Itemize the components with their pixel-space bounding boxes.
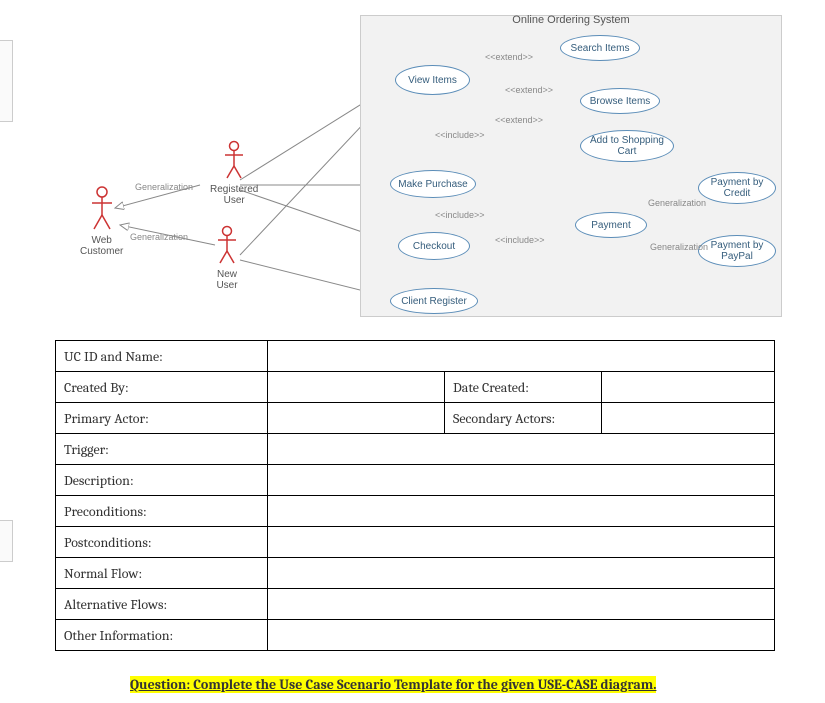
stick-figure-icon <box>215 225 239 267</box>
row-label: Preconditions: <box>56 496 268 527</box>
label-generalization: Generalization <box>135 182 193 192</box>
row-value <box>268 372 445 403</box>
uc-pay-credit: Payment byCredit <box>698 172 776 204</box>
row-label: Normal Flow: <box>56 558 268 589</box>
margin-tab <box>0 40 13 122</box>
row-label: Description: <box>56 465 268 496</box>
question-prompt: Question: Complete the Use Case Scenario… <box>130 676 825 693</box>
table-row: Preconditions: <box>56 496 775 527</box>
label-include: <<include>> <box>435 130 485 140</box>
uc-search-items: Search Items <box>560 35 640 61</box>
uc-browse-items: Browse Items <box>580 88 660 114</box>
table-row: Other Information: <box>56 620 775 651</box>
uc-checkout: Checkout <box>398 232 470 260</box>
row-value <box>268 403 445 434</box>
actor-web-customer: WebCustomer <box>80 185 123 257</box>
uc-client-register: Client Register <box>390 288 478 314</box>
row-value <box>268 434 775 465</box>
table-row: Postconditions: <box>56 527 775 558</box>
actor-label: WebCustomer <box>80 235 123 257</box>
row-value <box>268 558 775 589</box>
label-include: <<include>> <box>435 210 485 220</box>
row-value <box>268 341 775 372</box>
label-include: <<include>> <box>495 235 545 245</box>
row-value <box>268 465 775 496</box>
table-row: Description: <box>56 465 775 496</box>
row-label: Created By: <box>56 372 268 403</box>
uc-make-purchase: Make Purchase <box>390 170 476 198</box>
row-label: Trigger: <box>56 434 268 465</box>
row-label: Primary Actor: <box>56 403 268 434</box>
system-title: Online Ordering System <box>361 14 781 26</box>
margin-tab-2 <box>0 520 13 562</box>
row-label: Alternative Flows: <box>56 589 268 620</box>
table-row: Alternative Flows: <box>56 589 775 620</box>
label-generalization: Generalization <box>648 198 706 208</box>
label-extend: <<extend>> <box>485 52 533 62</box>
actor-label: NewUser <box>215 269 239 291</box>
usecase-diagram: Online Ordering System WebCustomer Regis… <box>40 10 800 320</box>
table-row: Trigger: <box>56 434 775 465</box>
row-value <box>602 403 775 434</box>
row-value <box>268 589 775 620</box>
uc-pay-paypal: Payment byPayPal <box>698 235 776 267</box>
row-value <box>268 527 775 558</box>
system-boundary: Online Ordering System <box>360 15 782 317</box>
stick-figure-icon <box>88 185 116 233</box>
uc-payment: Payment <box>575 212 647 238</box>
row-value <box>602 372 775 403</box>
actor-registered-user: RegisteredUser <box>210 140 258 206</box>
row-value <box>268 496 775 527</box>
actor-label: RegisteredUser <box>210 184 258 206</box>
table-row: Created By: Date Created: <box>56 372 775 403</box>
label-generalization: Generalization <box>130 232 188 242</box>
row-label: Secondary Actors: <box>445 403 602 434</box>
table-row: UC ID and Name: <box>56 341 775 372</box>
row-label: Postconditions: <box>56 527 268 558</box>
uc-add-to-cart: Add to ShoppingCart <box>580 130 674 162</box>
uc-view-items: View Items <box>395 65 470 95</box>
table-row: Normal Flow: <box>56 558 775 589</box>
table-row: Primary Actor: Secondary Actors: <box>56 403 775 434</box>
label-generalization: Generalization <box>650 242 708 252</box>
label-extend: <<extend>> <box>505 85 553 95</box>
row-value <box>268 620 775 651</box>
question-text: Question: Complete the Use Case Scenario… <box>130 676 656 693</box>
usecase-template-table: UC ID and Name: Created By: Date Created:… <box>55 340 775 651</box>
actor-new-user: NewUser <box>215 225 239 291</box>
row-label: UC ID and Name: <box>56 341 268 372</box>
label-extend: <<extend>> <box>495 115 543 125</box>
row-label: Other Information: <box>56 620 268 651</box>
row-label: Date Created: <box>445 372 602 403</box>
stick-figure-icon <box>222 140 246 182</box>
